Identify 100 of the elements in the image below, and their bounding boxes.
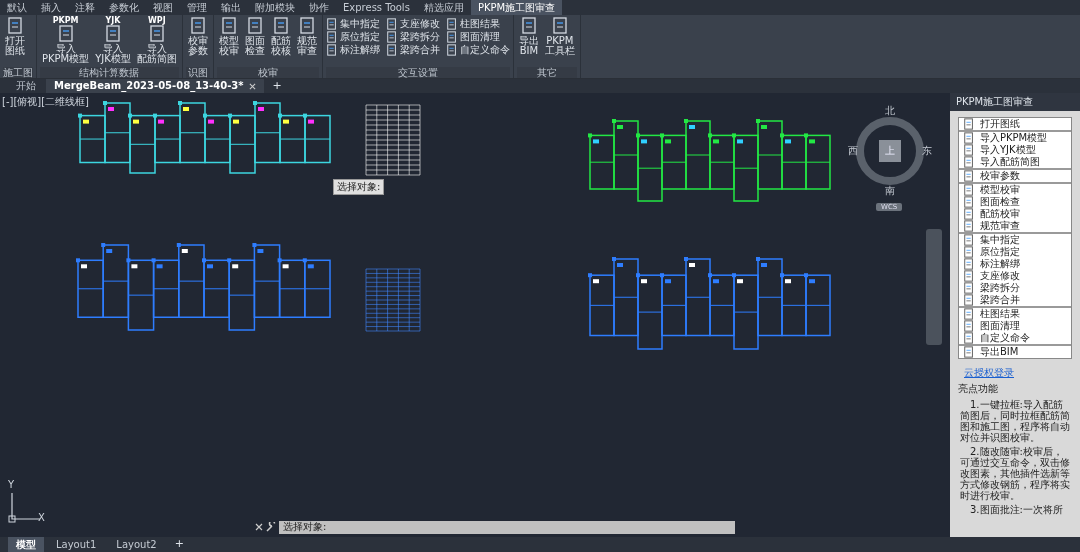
panel-command[interactable]: 图面检查 <box>959 196 1071 208</box>
document-icon <box>963 320 975 332</box>
ribbon-button[interactable]: 图面清理 <box>445 30 510 43</box>
document-icon <box>963 156 975 168</box>
document-icon <box>104 25 123 43</box>
ribbon-tab[interactable]: PKPM施工图审查 <box>470 0 563 15</box>
ribbon-tab[interactable]: 默认 <box>0 0 34 15</box>
ribbon-button[interactable]: 标注解绑 <box>325 43 380 56</box>
panel-command[interactable]: 梁跨拆分 <box>959 282 1071 294</box>
document-icon <box>325 30 338 43</box>
panel-command[interactable]: 梁跨合并 <box>959 294 1071 306</box>
section-title: 亮点功能 <box>958 382 999 396</box>
panel-command[interactable]: 配筋校审 <box>959 208 1071 220</box>
compass-direction[interactable]: 南 <box>885 185 895 197</box>
compass-direction[interactable]: 北 <box>885 105 895 117</box>
group-label: 校审 <box>216 67 319 78</box>
command-line-field[interactable]: 选择对象: <box>279 520 735 534</box>
panel-title: PKPM施工图审查 <box>950 93 1080 111</box>
document-icon <box>6 17 24 35</box>
document-icon <box>56 25 75 43</box>
panel-command[interactable]: 原位指定 <box>959 246 1071 258</box>
document-icon <box>963 258 975 270</box>
ribbon-button[interactable]: 配筋 校核 <box>268 17 293 67</box>
document-icon <box>963 308 975 320</box>
document-icon <box>963 220 975 232</box>
new-tab-button[interactable]: + <box>266 79 288 93</box>
document-icon <box>219 17 238 35</box>
ribbon-button[interactable]: 集中指定 <box>325 17 380 30</box>
compass-direction[interactable]: 东 <box>922 145 932 157</box>
close-icon[interactable] <box>255 523 263 531</box>
document-icon <box>147 25 166 43</box>
group-label: 其它 <box>516 67 577 78</box>
panel-command[interactable]: 集中指定 <box>959 234 1071 246</box>
panel-command[interactable]: 打开图纸 <box>959 118 1071 130</box>
ribbon-button[interactable]: 模型 校审 <box>216 17 241 67</box>
panel-command[interactable]: 导入YJK模型 <box>959 144 1071 156</box>
document-icon <box>245 17 264 35</box>
ribbon-button[interactable]: 梁跨合并 <box>385 43 440 56</box>
document-icon <box>963 170 975 182</box>
wrench-icon[interactable] <box>266 522 276 532</box>
compass-direction[interactable]: 西 <box>848 145 858 157</box>
layout-tab[interactable]: Layout2 <box>108 537 165 552</box>
new-layout-button[interactable]: + <box>168 537 190 552</box>
document-icon <box>385 17 398 30</box>
ribbon-tab[interactable]: 管理 <box>180 0 214 15</box>
ribbon-button[interactable]: 校审 参数 <box>185 17 210 67</box>
ribbon-button[interactable]: 自定义命令 <box>445 43 510 56</box>
document-tab[interactable]: MergeBeam_2023-05-08_13-40-3* <box>46 79 265 93</box>
document-icon <box>963 246 975 258</box>
ribbon-tab[interactable]: 协作 <box>302 0 336 15</box>
panel-command[interactable]: 模型校审 <box>959 184 1071 196</box>
panel-command[interactable]: 图面清理 <box>959 320 1071 332</box>
view-label[interactable]: [-][俯视][二维线框] <box>2 95 90 109</box>
panel-command[interactable]: 校审参数 <box>959 170 1071 182</box>
ribbon-button[interactable]: PKPM 导入 PKPM模型 <box>40 17 92 67</box>
document-icon <box>550 17 569 35</box>
ribbon-tab[interactable]: 输出 <box>214 0 248 15</box>
document-icon <box>963 294 975 306</box>
ribbon-tab[interactable]: 附加模块 <box>248 0 302 15</box>
document-icon <box>963 184 975 196</box>
document-icon <box>297 17 316 35</box>
panel-command[interactable]: 柱图结果 <box>959 308 1071 320</box>
layout-tab[interactable]: Layout1 <box>48 537 105 552</box>
ribbon-button[interactable]: WPJ 导入 配筋简图 <box>134 17 179 67</box>
document-icon <box>445 43 458 56</box>
panel-command[interactable]: 导出BIM <box>959 346 1071 358</box>
ribbon-tab[interactable]: 参数化 <box>102 0 146 15</box>
document-icon <box>963 132 975 144</box>
ribbon-button[interactable]: 支座修改 <box>385 17 440 30</box>
ribbon-tab[interactable]: 注释 <box>68 0 102 15</box>
document-icon <box>325 17 338 30</box>
axis-label: Y <box>8 479 15 490</box>
document-icon <box>963 270 975 282</box>
layout-tab[interactable]: 模型 <box>8 537 44 552</box>
ribbon-button[interactable]: 梁跨拆分 <box>385 30 440 43</box>
panel-command[interactable]: 导入配筋简图 <box>959 156 1071 168</box>
ribbon-tab[interactable]: 视图 <box>146 0 180 15</box>
panel-command[interactable]: 导入PKPM模型 <box>959 132 1071 144</box>
document-icon <box>963 234 975 246</box>
group-label: 结构计算数据 <box>40 67 179 78</box>
panel-command[interactable]: 标注解绑 <box>959 258 1071 270</box>
ribbon-button[interactable]: 打开 图纸 <box>3 17 27 67</box>
ribbon-button[interactable]: PKPM 工具栏 <box>542 17 577 67</box>
ribbon-button[interactable]: 规范 审查 <box>294 17 319 67</box>
ribbon-button[interactable]: 柱图结果 <box>445 17 510 30</box>
close-icon[interactable] <box>249 82 257 90</box>
ribbon-button[interactable]: 导出 BIM <box>516 17 541 67</box>
ribbon-button[interactable]: 原位指定 <box>325 30 380 43</box>
group-label: 识图 <box>185 67 210 78</box>
ribbon-button[interactable]: 图面 检查 <box>242 17 267 67</box>
ribbon-button[interactable]: YJK 导入 YJK模型 <box>93 17 133 67</box>
panel-command[interactable]: 自定义命令 <box>959 332 1071 344</box>
ribbon-tab[interactable]: 插入 <box>34 0 68 15</box>
document-tab[interactable]: 开始 <box>8 79 44 93</box>
login-link[interactable]: 云授权登录 <box>964 366 1080 380</box>
document-icon <box>325 43 338 56</box>
ribbon-tab[interactable]: Express Tools <box>336 0 417 15</box>
panel-command[interactable]: 规范审查 <box>959 220 1071 232</box>
panel-command[interactable]: 支座修改 <box>959 270 1071 282</box>
ribbon-tab[interactable]: 精选应用 <box>416 0 471 15</box>
